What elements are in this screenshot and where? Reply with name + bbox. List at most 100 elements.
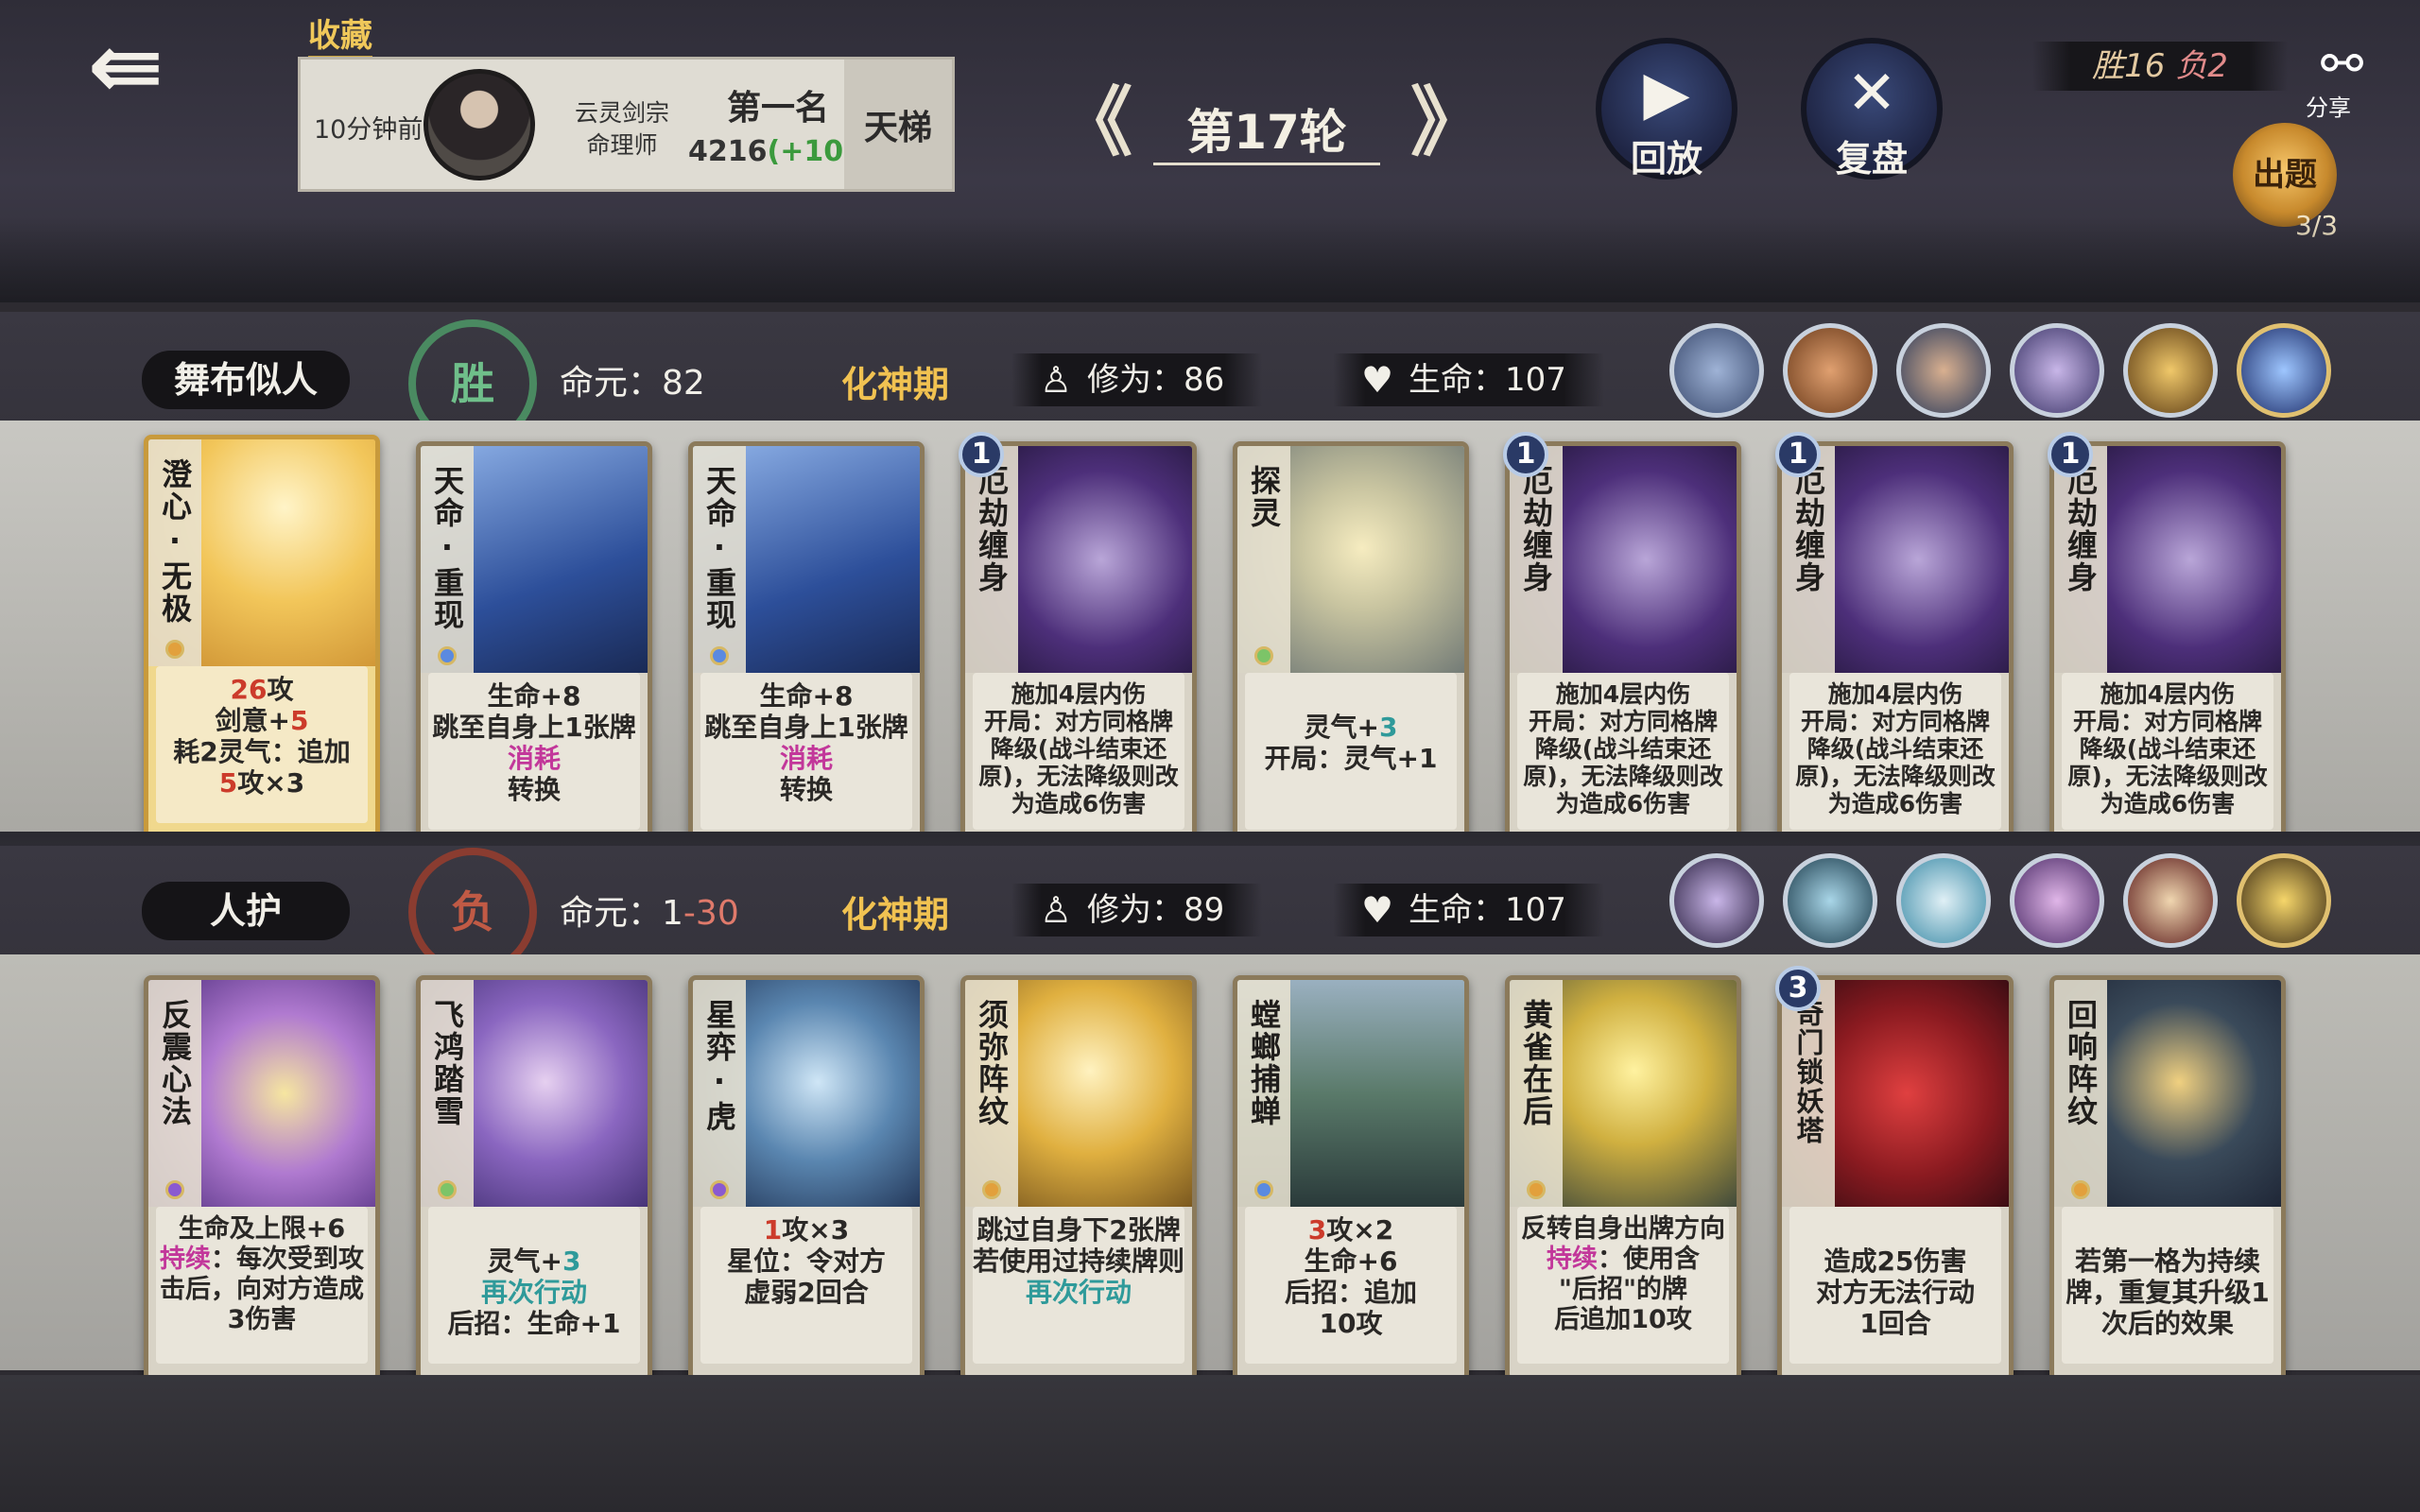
meditation-icon: ♙ — [1040, 359, 1073, 401]
card-description: 生命+8 跳至自身上1张牌 消耗 转换 — [700, 673, 912, 830]
relic-burst-icon[interactable] — [2237, 853, 2331, 948]
replay-button[interactable]: ▶ 回放 — [1596, 38, 1737, 180]
player1-destiny: 命元：82 — [560, 355, 705, 404]
card-gem-icon — [710, 646, 729, 665]
player2-destiny: 命元：1-30 — [560, 885, 739, 935]
card[interactable]: 天命·重现 生命+8 跳至自身上1张牌 消耗 转换 — [416, 441, 652, 848]
chevron-right-icon[interactable]: 》 — [1410, 85, 1486, 165]
card-title: 探灵 — [1237, 446, 1290, 673]
card-level-badge: 1 — [2048, 432, 2093, 477]
card-description: 施加4层内伤 开局：对方同格牌降级(战斗结束还原)，无法降级则改为造成6伤害 — [973, 673, 1184, 830]
card-title: 厄劫缠身 — [2054, 446, 2107, 673]
card-description: 灵气+3 再次行动 后招：生命+1 — [428, 1207, 640, 1364]
card-gem-icon — [710, 1180, 729, 1199]
card[interactable]: 厄劫缠身 施加4层内伤 开局：对方同格牌降级(战斗结束还原)，无法降级则改为造成… — [960, 441, 1197, 848]
card[interactable]: 反震心法 生命及上限+6 持续：每次受到攻击后，向对方造成3伤害 — [144, 975, 380, 1382]
card[interactable]: 厄劫缠身 施加4层内伤 开局：对方同格牌降级(战斗结束还原)，无法降级则改为造成… — [2049, 441, 2286, 848]
card[interactable]: 探灵 灵气+3 开局：灵气+1 — [1233, 441, 1469, 848]
back-arrow-icon[interactable]: ⇚ — [74, 21, 178, 112]
card-title: 厄劫缠身 — [1510, 446, 1563, 673]
card[interactable]: 螳螂捕蝉 3攻×2 生命+6 后招：追加 10攻 — [1233, 975, 1469, 1382]
card-description: 灵气+3 开局：灵气+1 — [1245, 673, 1457, 830]
win-count: 胜16 — [2092, 47, 2166, 85]
replay-label: 回放 — [1630, 138, 1703, 180]
card-level-badge: 1 — [1503, 432, 1548, 477]
relic-light-icon[interactable] — [2123, 323, 2218, 418]
card[interactable]: 须弥阵纹 跳过自身下2张牌 若使用过持续牌则再次行动 — [960, 975, 1197, 1382]
player1-info: 舞布似人 胜 命元：82 化神期 ♙ 修为：86 ♥ 生命：107 — [0, 312, 2420, 448]
card-title: 黄雀在后 — [1510, 980, 1563, 1207]
loss-count: 负2 — [2175, 47, 2228, 85]
sect-name: 云灵剑宗 — [574, 99, 669, 127]
review-label: 复盘 — [1835, 138, 1908, 180]
card[interactable]: 飞鸿踏雪 灵气+3 再次行动 后招：生命+1 — [416, 975, 652, 1382]
mode-ladder: 天梯 — [844, 60, 952, 189]
favorite-link[interactable]: 收藏 — [308, 9, 372, 59]
card-gem-icon — [1254, 646, 1273, 665]
player2-health: ♥ 生命：107 — [1333, 884, 1604, 936]
player1-cultivation: ♙ 修为：86 — [1011, 353, 1263, 406]
card[interactable]: 黄雀在后 反转自身出牌方向 持续：使用含 "后招"的牌 后追加10攻 — [1505, 975, 1741, 1382]
card-description: 生命+8 跳至自身上1张牌 消耗 转换 — [428, 673, 640, 830]
card-description: 施加4层内伤 开局：对方同格牌降级(战斗结束还原)，无法降级则改为造成6伤害 — [1789, 673, 2001, 830]
card-gem-icon — [438, 1180, 457, 1199]
card[interactable]: 澄心·无极 26攻 剑意+5 耗2灵气：追加 5攻×3 — [144, 435, 380, 841]
player1-card-row: 澄心·无极 26攻 剑意+5 耗2灵气：追加 5攻×3 天命·重现 生命+8 跳… — [0, 421, 2420, 848]
card-gem-icon — [165, 1180, 184, 1199]
card-level-badge: 1 — [959, 432, 1004, 477]
relic-figure-icon[interactable] — [1783, 853, 1877, 948]
character-portrait-icon[interactable] — [1669, 323, 1764, 418]
relic-dancer-icon[interactable] — [2010, 853, 2104, 948]
crossed-swords-icon: ✕ — [1846, 59, 1897, 129]
opponent-avatar — [424, 69, 535, 180]
card-title: 奇门锁妖塔 — [1782, 980, 1835, 1207]
card-title: 厄劫缠身 — [965, 446, 1018, 673]
health-value: 生命：107 — [1409, 891, 1566, 929]
heart-icon: ♥ — [1361, 889, 1394, 931]
card[interactable]: 奇门锁妖塔 造成25伤害 对方无法行动 1回合 — [1777, 975, 2014, 1382]
player2-card-row: 反震心法 生命及上限+6 持续：每次受到攻击后，向对方造成3伤害 飞鸿踏雪 灵气… — [0, 954, 2420, 1382]
card[interactable]: 厄劫缠身 施加4层内伤 开局：对方同格牌降级(战斗结束还原)，无法降级则改为造成… — [1777, 441, 2014, 848]
card-description: 3攻×2 生命+6 后招：追加 10攻 — [1245, 1207, 1457, 1364]
play-icon: ▶ — [1643, 59, 1690, 129]
opponent-rank: 第一名 — [726, 89, 829, 128]
card-gem-icon — [2071, 1180, 2090, 1199]
cultivation-value: 修为：89 — [1087, 891, 1225, 929]
relic-orb-icon[interactable] — [2237, 323, 2331, 418]
opponent-score: 4216(+102) — [688, 135, 876, 168]
card-description: 施加4层内伤 开局：对方同格牌降级(战斗结束还原)，无法降级则改为造成6伤害 — [1517, 673, 1729, 830]
opponent-card[interactable]: 10分钟前 云灵剑宗 命理师 第一名 4216(+102) 天梯 — [298, 57, 955, 192]
character-portrait-icon[interactable] — [1669, 853, 1764, 948]
card-gem-icon — [1254, 1180, 1273, 1199]
destiny-value: 1 — [662, 894, 683, 933]
opponent-sect: 云灵剑宗 命理师 — [561, 97, 683, 162]
card-gem-icon — [982, 1180, 1001, 1199]
health-value: 生命：107 — [1409, 361, 1566, 399]
card-description: 反转自身出牌方向 持续：使用含 "后招"的牌 后追加10攻 — [1517, 1207, 1729, 1364]
relic-hand-icon[interactable] — [2010, 323, 2104, 418]
card[interactable]: 厄劫缠身 施加4层内伤 开局：对方同格牌降级(战斗结束还原)，无法降级则改为造成… — [1505, 441, 1741, 848]
card-gem-icon — [1527, 1180, 1546, 1199]
win-loss-record: 胜16 负2 — [2032, 42, 2288, 91]
card-description: 施加4层内伤 开局：对方同格牌降级(战斗结束还原)，无法降级则改为造成6伤害 — [2062, 673, 2273, 830]
card-title: 回响阵纹 — [2054, 980, 2107, 1207]
card[interactable]: 天命·重现 生命+8 跳至自身上1张牌 消耗 转换 — [688, 441, 925, 848]
card[interactable]: 星弈·虎 1攻×3 星位：令对方 虚弱2回合 — [688, 975, 925, 1382]
card-title: 反震心法 — [148, 980, 201, 1207]
review-button[interactable]: ✕ 复盘 — [1801, 38, 1943, 180]
player2-name: 人护 — [142, 882, 350, 940]
share-button[interactable]: ⚯ 分享 — [2302, 34, 2387, 121]
card-level-badge: 1 — [1775, 432, 1821, 477]
card[interactable]: 回响阵纹 若第一格为持续牌，重复其升级1次后的效果 — [2049, 975, 2286, 1382]
relic-scroll-icon[interactable] — [1896, 853, 1991, 948]
cultivation-value: 修为：86 — [1087, 361, 1225, 399]
card-description: 造成25伤害 对方无法行动 1回合 — [1789, 1207, 2001, 1364]
player1-realm: 化神期 — [841, 364, 950, 405]
relic-sword-icon[interactable] — [1783, 323, 1877, 418]
card-title: 澄心·无极 — [148, 439, 201, 666]
card-title: 须弥阵纹 — [965, 980, 1018, 1207]
relic-blade-icon[interactable] — [1896, 323, 1991, 418]
relic-brush-icon[interactable] — [2123, 853, 2218, 948]
player2-cultivation: ♙ 修为：89 — [1011, 884, 1263, 936]
chevron-left-icon[interactable]: 《 — [1057, 85, 1132, 165]
